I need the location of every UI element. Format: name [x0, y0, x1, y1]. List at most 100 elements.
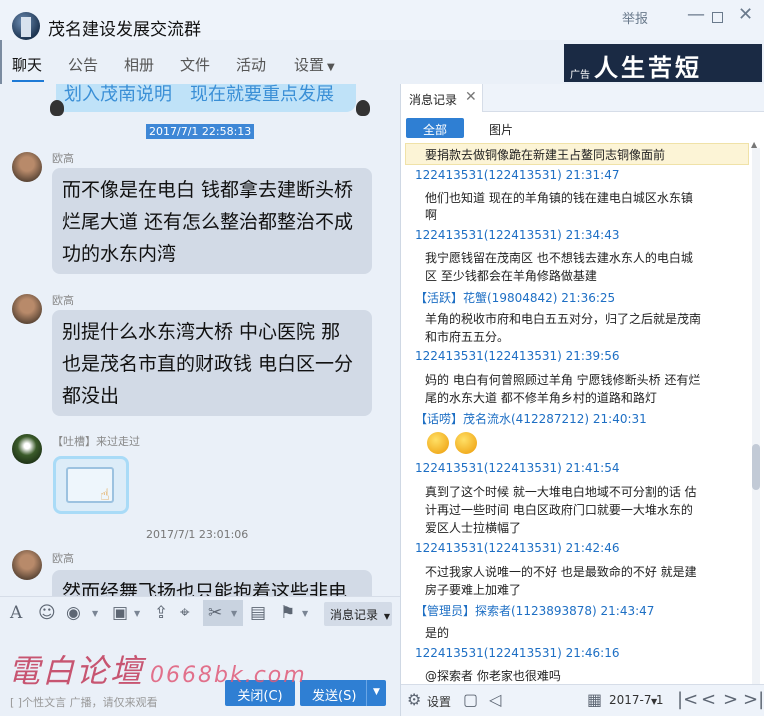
message-input[interactable]: [ ]个性文言 广播，请仅来观看 关闭(C) 发送(S) ▼ — [0, 630, 400, 716]
message-history-button[interactable]: 消息记录 ▼ — [324, 602, 392, 626]
log-header[interactable]: 122413531(122413531) 21:31:47 — [415, 168, 620, 182]
chevron-down-icon[interactable]: ▼ — [366, 680, 386, 706]
emoji-icon[interactable]: ☺ — [38, 603, 56, 623]
font-icon[interactable]: A — [10, 603, 22, 623]
shake-icon[interactable]: ◉ — [66, 603, 81, 623]
close-icon[interactable]: ✕ — [465, 89, 477, 105]
history-panel: 消息记录 ✕ 全部 图片 要捐款去做铜像跪在新建王占鳌同志铜像面前 122413… — [401, 84, 764, 716]
message-line: 而不像是在电白 钱都拿去建断头桥 — [62, 179, 354, 201]
hand-cursor-icon: ☝ — [100, 485, 110, 504]
chevron-down-icon[interactable]: ▼ — [134, 609, 140, 618]
send-label: 发送(S) — [312, 689, 357, 704]
message-line: 都没出 — [62, 385, 120, 407]
report-button[interactable]: 举报 — [622, 8, 648, 27]
input-toolbar: A ☺ ◉ ▼ ▣ ▼ ⇪ ⌖ ✂ ▼ ▤ ⚑ ▼ 消息记录 ▼ — [0, 596, 400, 630]
log-header[interactable]: 【话唠】茂名流水(412287212) 21:40:31 — [415, 410, 647, 427]
chevron-down-icon: ▼ — [327, 62, 335, 73]
screenshot-icon[interactable]: ✂ — [208, 603, 222, 623]
clipboard-icon[interactable]: ▤ — [250, 603, 266, 623]
log-text: 妈的 电白有何曾照顾过羊角 宁愿钱修断头桥 还有烂 — [425, 373, 701, 387]
tab-settings-label: 设置 — [294, 56, 325, 74]
message-line: 别提什么水东湾大桥 中心医院 那 — [62, 321, 341, 343]
log-text: 羊角的税收市府和电白五五对分，归了之后就是茂南 — [425, 312, 702, 326]
send-button[interactable]: 发送(S) ▼ — [300, 680, 386, 706]
maximize-icon[interactable] — [712, 12, 723, 23]
message-bubble[interactable]: 然而经舞飞扬也只能抱着这些非电 — [52, 570, 372, 596]
avatar[interactable] — [12, 550, 42, 580]
chevron-down-icon[interactable]: ▼ — [92, 609, 98, 618]
tab-album[interactable]: 相册 — [124, 54, 154, 75]
avatar[interactable] — [12, 294, 42, 324]
chevron-down-icon[interactable]: ▼ — [231, 609, 237, 618]
image-message[interactable]: ☝ — [53, 456, 129, 514]
ad-banner[interactable]: 广告 人生苦短 — [564, 44, 762, 82]
avatar[interactable] — [12, 434, 42, 464]
message-history-label: 消息记录 — [330, 608, 379, 622]
tab-files[interactable]: 文件 — [180, 54, 210, 75]
speaker-icon[interactable]: ◁ — [489, 690, 501, 709]
sender-name: 欧高 — [52, 152, 74, 165]
chat-area[interactable]: 划入茂南说明 现在就要重点发展 2017/7/1 22:58:13 欧高 而不像… — [0, 84, 400, 596]
message-bubble[interactable]: 而不像是在电白 钱都拿去建断头桥 烂尾大道 还有怎么整治都整治不成 功的水东内湾 — [52, 168, 372, 274]
log-header[interactable]: 【管理员】探索者(1123893878) 21:43:47 — [415, 602, 654, 619]
close-icon[interactable]: ✕ — [738, 4, 753, 25]
message-bubble[interactable]: 划入茂南说明 现在就要重点发展 — [56, 84, 356, 112]
group-title: 茂名建设发展交流群 — [48, 20, 201, 40]
history-scrollbar[interactable] — [752, 148, 760, 684]
message-text: 别提什么水东湾大桥 中心医院 那 也是茂名市直的财政钱 电白区一分 都没出 — [62, 316, 353, 412]
grin-emoji-icon — [427, 432, 449, 454]
log-header[interactable]: 122413531(122413531) 21:41:54 — [415, 461, 620, 475]
message-text: 而不像是在电白 钱都拿去建断头桥 烂尾大道 还有怎么整治都整治不成 功的水东内湾 — [62, 174, 353, 270]
tab-activities[interactable]: 活动 — [236, 54, 266, 75]
log-text: 区 至少钱都会在羊角修路做基建 — [425, 269, 597, 283]
history-settings-button[interactable]: 设置 — [427, 693, 451, 710]
log-text: 真到了这个时候 就一大堆电白地域不可分割的话 估 — [425, 485, 697, 499]
sender-name: 欧高 — [52, 294, 74, 307]
tab-settings[interactable]: 设置 ▼ — [294, 54, 335, 75]
message-text: 然而经舞飞扬也只能抱着这些非电 — [62, 581, 348, 596]
message-time: 2017/7/1 22:58:13 — [146, 124, 255, 139]
calendar-icon[interactable]: ▦ — [587, 690, 602, 709]
history-footer: ⚙ 设置 ▢ ◁ ▦ 2017-7-1 ▼ |< < > >| — [401, 684, 764, 716]
log-header[interactable]: 122413531(122413531) 21:42:46 — [415, 541, 620, 555]
lock-icon[interactable]: ▢ — [463, 690, 478, 709]
log-text: @探索者 你老家也很难吗 — [425, 669, 561, 683]
scrollbar-thumb[interactable] — [752, 444, 760, 490]
title-bar: 茂名建设发展交流群 举报 — ✕ — [0, 0, 764, 40]
next-page-icon[interactable]: > — [723, 689, 738, 710]
group-avatar[interactable] — [12, 12, 40, 40]
log-header[interactable]: 122413531(122413531) 21:46:16 — [415, 646, 620, 660]
chevron-down-icon[interactable]: ▼ — [651, 697, 657, 706]
message-line: 也是茂名市直的财政钱 电白区一分 — [62, 353, 354, 375]
chevron-down-icon: ▼ — [383, 612, 390, 621]
last-page-icon[interactable]: >| — [743, 689, 764, 710]
reply-icon[interactable]: ⚑ — [280, 603, 295, 623]
log-header[interactable]: 122413531(122413531) 21:34:43 — [415, 228, 620, 242]
location-icon[interactable]: ⌖ — [180, 603, 190, 623]
prev-page-icon[interactable]: < — [701, 689, 716, 710]
image-icon[interactable]: ▣ — [112, 603, 128, 623]
tab-message-history[interactable]: 消息记录 ✕ — [401, 84, 483, 112]
log-text: 尾的水东大道 都不修羊角乡村的道路和路灯 — [425, 391, 657, 405]
close-button[interactable]: 关闭(C) — [225, 680, 295, 706]
first-page-icon[interactable]: |< — [677, 689, 698, 710]
log-text: 要捐款去做铜像跪在新建王占鳌同志铜像面前 — [425, 148, 666, 162]
sticker-icon — [50, 100, 64, 116]
sender-name: 欧高 — [52, 552, 74, 565]
message-bubble[interactable]: 别提什么水东湾大桥 中心医院 那 也是茂名市直的财政钱 电白区一分 都没出 — [52, 310, 372, 416]
avatar[interactable] — [12, 152, 42, 182]
log-text: 爱区人士拉横幅了 — [425, 521, 522, 535]
main-tabs: 聊天 公告 相册 文件 活动 设置 ▼ — [0, 52, 400, 82]
minimize-icon[interactable]: — — [687, 4, 705, 25]
upload-icon[interactable]: ⇪ — [154, 603, 168, 623]
chevron-down-icon[interactable]: ▼ — [302, 609, 308, 618]
settings-icon[interactable]: ⚙ — [407, 690, 421, 709]
message-time: 2017/7/1 23:01:06 — [146, 528, 249, 541]
filter-all-button[interactable]: 全部 — [406, 118, 464, 138]
filter-images-button[interactable]: 图片 — [489, 121, 513, 138]
tab-chat[interactable]: 聊天 — [12, 54, 42, 75]
tab-announcement[interactable]: 公告 — [68, 54, 98, 75]
log-header[interactable]: 【活跃】花蟹(19804842) 21:36:25 — [415, 289, 615, 306]
log-header[interactable]: 122413531(122413531) 21:39:56 — [415, 349, 620, 363]
message-line: 烂尾大道 还有怎么整治都整治不成 — [62, 211, 354, 233]
